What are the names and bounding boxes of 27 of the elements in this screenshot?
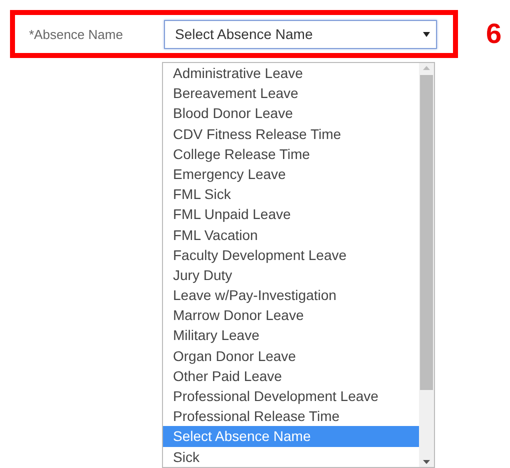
- field-label: *Absence Name: [29, 26, 124, 42]
- dropdown-option[interactable]: FML Sick: [163, 184, 419, 204]
- dropdown-option[interactable]: Blood Donor Leave: [163, 103, 419, 124]
- dropdown-option[interactable]: Jury Duty: [163, 264, 419, 286]
- scroll-up-icon[interactable]: [423, 66, 430, 70]
- dropdown-option[interactable]: College Release Time: [163, 144, 419, 164]
- dropdown-option[interactable]: Sick: [163, 446, 419, 467]
- dropdown-option[interactable]: CDV Fitness Release Time: [163, 124, 419, 144]
- dropdown-option[interactable]: Marrow Donor Leave: [163, 305, 419, 326]
- select-dropdown[interactable]: Select Absence Name: [164, 20, 437, 48]
- dropdown-option[interactable]: FML Vacation: [163, 224, 419, 245]
- dropdown-option[interactable]: Professional Development Leave: [163, 386, 419, 406]
- dropdown-option[interactable]: Faculty Development Leave: [163, 244, 419, 265]
- dropdown-option[interactable]: Bereavement Leave: [163, 83, 419, 104]
- dropdown-option[interactable]: Emergency Leave: [163, 164, 419, 184]
- dropdown-option[interactable]: Leave w/Pay-Investigation: [163, 285, 419, 306]
- dropdown-option[interactable]: Other Paid Leave: [163, 366, 419, 386]
- scroll-down-icon[interactable]: [423, 460, 430, 464]
- dropdown-option[interactable]: Military Leave: [163, 325, 419, 346]
- scroll-thumb[interactable]: [420, 75, 433, 390]
- dropdown-option[interactable]: Administrative Leave: [163, 63, 419, 84]
- caret-icon: [423, 32, 430, 36]
- scrollbar[interactable]: [419, 63, 434, 467]
- dropdown-option[interactable]: Organ Donor Leave: [163, 346, 419, 366]
- dropdown-option[interactable]: Professional Release Time: [163, 406, 419, 426]
- step-number: 6: [486, 18, 502, 50]
- dropdown-option[interactable]: FML Unpaid Leave: [163, 204, 419, 224]
